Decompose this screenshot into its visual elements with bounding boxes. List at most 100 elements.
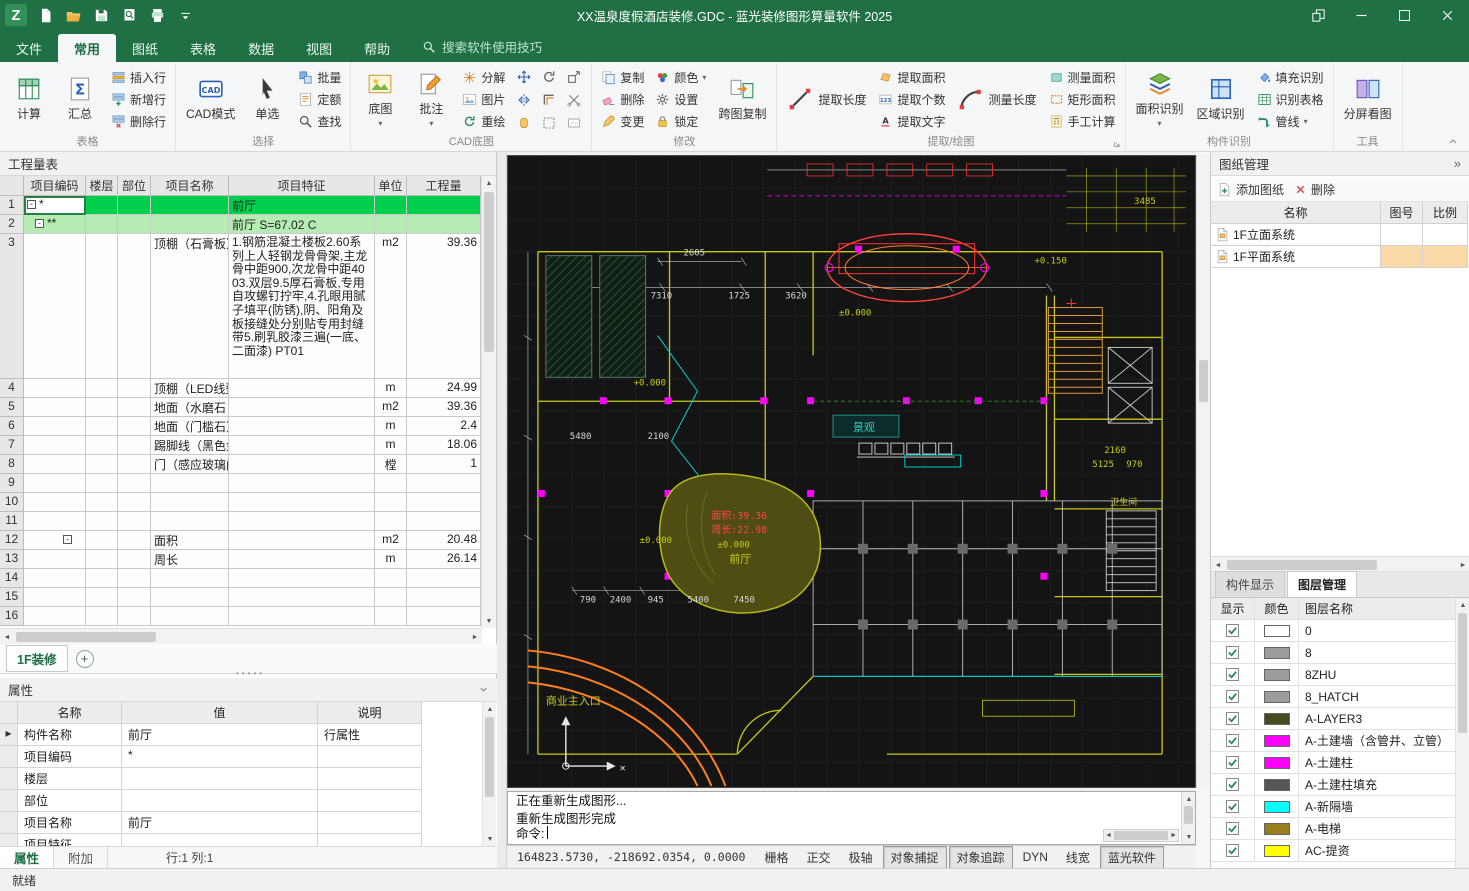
cad-mode-button[interactable]: CADCAD模式: [181, 64, 240, 134]
properties-cell[interactable]: [318, 768, 422, 790]
trim-button[interactable]: [562, 89, 586, 111]
command-hscrollbar[interactable]: ◄►: [1103, 829, 1179, 842]
properties-cell[interactable]: 项目编码: [18, 746, 122, 768]
copy-button[interactable]: 复制: [597, 67, 648, 88]
cell[interactable]: [24, 569, 86, 588]
scale-button[interactable]: [562, 66, 586, 88]
offset-button[interactable]: [537, 89, 561, 111]
quota-button[interactable]: 定额: [294, 89, 345, 110]
cell[interactable]: 樘: [375, 455, 407, 474]
pan-button[interactable]: [512, 112, 536, 134]
column-header-2[interactable]: 部位: [118, 176, 151, 196]
cell[interactable]: 20.48: [407, 531, 481, 550]
double-chevron-right-icon[interactable]: »: [1454, 156, 1461, 171]
erase-button[interactable]: 删除: [597, 89, 648, 110]
cell[interactable]: [86, 234, 118, 379]
layer-checkbox[interactable]: [1226, 712, 1239, 725]
table-recog-button[interactable]: 识别表格: [1253, 89, 1328, 110]
cell[interactable]: [86, 455, 118, 474]
layer-checkbox[interactable]: [1226, 690, 1239, 703]
cell[interactable]: m: [375, 417, 407, 436]
drawing-scale-cell[interactable]: [1423, 224, 1468, 246]
cell[interactable]: [118, 398, 151, 417]
row-number[interactable]: 3: [0, 234, 24, 379]
cell[interactable]: [407, 607, 481, 626]
cell[interactable]: [86, 436, 118, 455]
rect-area-button[interactable]: 矩形面积: [1045, 89, 1120, 110]
column-header-1[interactable]: 楼层: [86, 176, 118, 196]
extract-length-button[interactable]: 提取长度: [782, 64, 871, 134]
drawing-scale-cell[interactable]: [1423, 246, 1468, 268]
vertical-splitter[interactable]: [497, 152, 507, 868]
delete-drawing-button[interactable]: 删除: [1294, 181, 1335, 198]
layer-name-cell[interactable]: A-电梯: [1299, 818, 1456, 840]
dyn-toggle[interactable]: DYN: [1015, 847, 1056, 867]
cell[interactable]: [229, 436, 375, 455]
layer-checkbox[interactable]: [1226, 778, 1239, 791]
lock-button[interactable]: 锁定: [651, 111, 710, 132]
cell[interactable]: 24.99: [407, 379, 481, 398]
cell[interactable]: m2: [375, 234, 407, 379]
open-button[interactable]: [60, 3, 87, 27]
cell[interactable]: [375, 474, 407, 493]
cell[interactable]: [86, 417, 118, 436]
cell[interactable]: [375, 588, 407, 607]
cad-canvas[interactable]: 2605731017253620548021007902400945540074…: [508, 156, 1195, 787]
sigma-button[interactable]: Σ汇总: [56, 64, 104, 134]
cell[interactable]: [229, 379, 375, 398]
row-number[interactable]: 16: [0, 607, 24, 626]
layer-color-swatch[interactable]: [1264, 823, 1290, 835]
cell[interactable]: m2: [375, 398, 407, 417]
search-box[interactable]: 搜索软件使用技巧: [422, 37, 542, 56]
print-button[interactable]: [144, 3, 171, 27]
cell[interactable]: [118, 569, 151, 588]
quantity-table-vscrollbar[interactable]: ▲ ▼: [481, 176, 496, 628]
annotate-button[interactable]: 批注▾: [407, 64, 455, 134]
cell[interactable]: [407, 196, 481, 215]
cell[interactable]: [118, 436, 151, 455]
cell[interactable]: [229, 607, 375, 626]
properties-cell[interactable]: [122, 790, 318, 812]
grid-toggle[interactable]: 栅格: [756, 846, 796, 869]
column-header-4[interactable]: 项目特征: [229, 176, 375, 196]
menu-tab-0[interactable]: 文件: [0, 34, 58, 62]
menu-tab-4[interactable]: 数据: [232, 34, 290, 62]
cell[interactable]: [407, 474, 481, 493]
column-header-5[interactable]: 单位: [375, 176, 407, 196]
layer-checkbox[interactable]: [1226, 624, 1239, 637]
calc-button[interactable]: 计算: [5, 64, 53, 134]
maximize-button[interactable]: [1383, 0, 1426, 30]
splitview-button[interactable]: 分屏看图: [1339, 64, 1397, 134]
properties-tab-1[interactable]: 附加: [54, 847, 108, 868]
otrack-toggle[interactable]: 对象追踪: [949, 846, 1013, 869]
color-button[interactable]: 颜色▾: [651, 67, 710, 88]
cell[interactable]: [24, 493, 86, 512]
extract-count-button[interactable]: 123提取个数: [874, 89, 949, 110]
cell[interactable]: [24, 417, 86, 436]
layer-color-swatch[interactable]: [1264, 669, 1290, 681]
cell[interactable]: 前厅 S=67.02 C: [229, 215, 375, 234]
explode-button[interactable]: 分解: [458, 67, 509, 88]
layer-checkbox[interactable]: [1226, 822, 1239, 835]
layer-color-swatch[interactable]: [1264, 801, 1290, 813]
rotate-button[interactable]: [537, 66, 561, 88]
drawing-list-hscrollbar[interactable]: ◄ ►: [1211, 556, 1469, 572]
switch-window-button[interactable]: [1297, 0, 1340, 30]
layer-name-cell[interactable]: 0: [1299, 620, 1456, 642]
cell[interactable]: 26.14: [407, 550, 481, 569]
cell[interactable]: [375, 569, 407, 588]
command-input[interactable]: 命令:: [508, 822, 556, 843]
ortho-toggle[interactable]: 正交: [799, 846, 839, 869]
cell[interactable]: [118, 607, 151, 626]
cell[interactable]: [86, 379, 118, 398]
column-header-6[interactable]: 工程量: [407, 176, 481, 196]
osnap-toggle[interactable]: 对象捕捉: [883, 846, 947, 869]
cell[interactable]: 顶棚（石膏板）: [151, 234, 229, 379]
new-document-button[interactable]: [32, 3, 59, 27]
drawing-name-cell[interactable]: 1F立面系统: [1211, 224, 1381, 246]
cell[interactable]: [151, 493, 229, 512]
cell[interactable]: [118, 588, 151, 607]
cell[interactable]: [86, 196, 118, 215]
fill-recog-button[interactable]: 填充识别: [1253, 67, 1328, 88]
cell[interactable]: [407, 512, 481, 531]
